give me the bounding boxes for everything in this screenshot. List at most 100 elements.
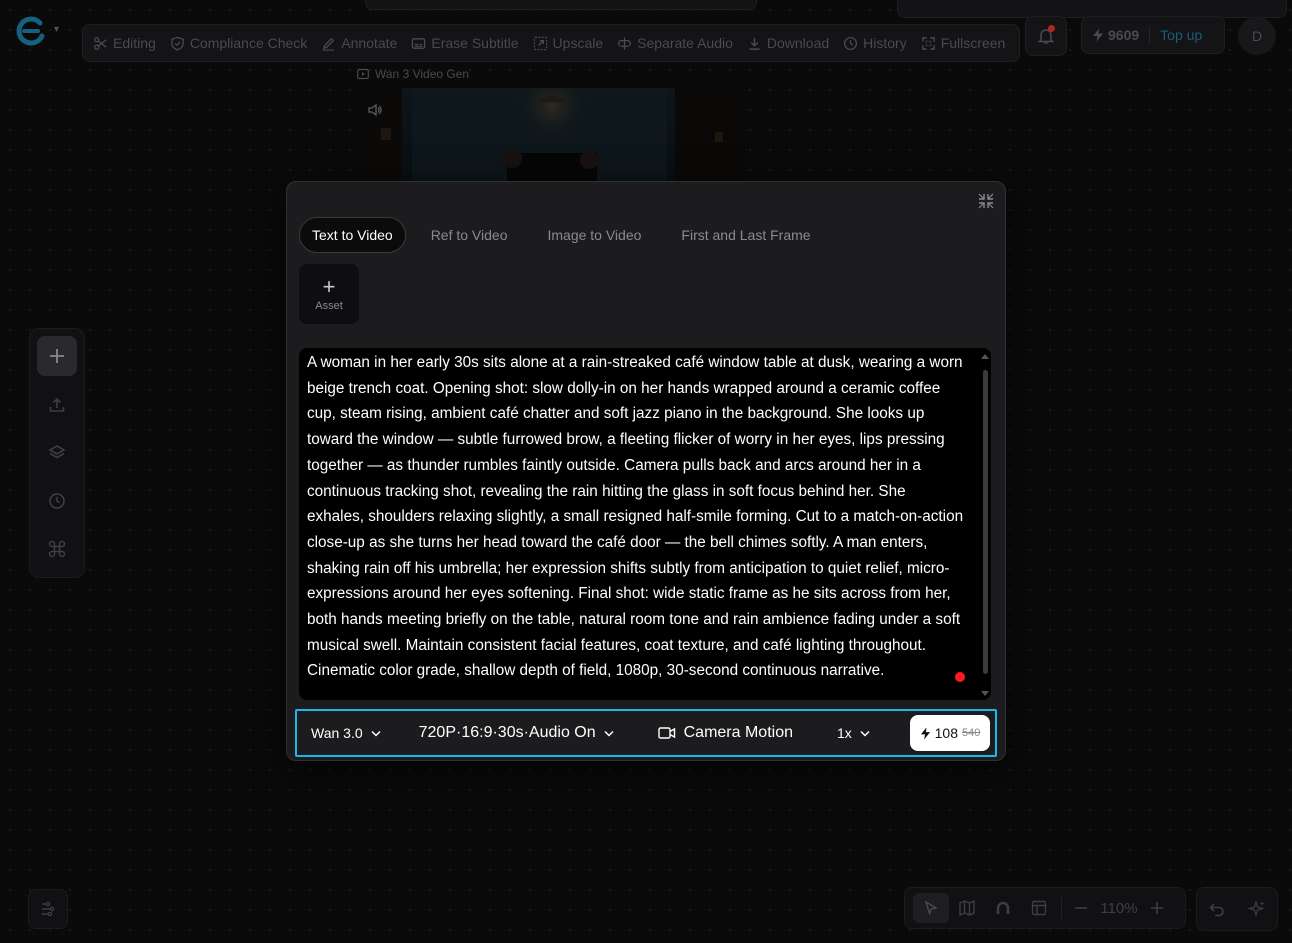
app-logo[interactable] [14, 14, 48, 48]
scroll-down-arrow[interactable] [981, 691, 989, 696]
history-icon[interactable] [47, 491, 67, 511]
record-indicator [955, 672, 965, 682]
original-cost: 540 [962, 727, 981, 739]
chevron-down-icon [860, 730, 870, 737]
scissors-icon [94, 36, 107, 50]
zoom-out-button[interactable] [1066, 893, 1096, 923]
collapse-icon [978, 193, 994, 209]
avatar[interactable]: D [1238, 17, 1276, 55]
tab-first-last-frame[interactable]: First and Last Frame [668, 217, 823, 253]
output-format-select[interactable]: 720P·16:9·30s·Audio On [419, 724, 614, 742]
magnet-tool[interactable] [985, 893, 1021, 923]
undo-icon [1209, 903, 1224, 917]
plus-icon [1151, 902, 1163, 914]
add-asset-button[interactable]: + Asset [299, 264, 359, 324]
tab-ref-to-video[interactable]: Ref to Video [418, 217, 521, 253]
toolbar-erase-subtitle[interactable]: Erase Subtitle [411, 35, 519, 51]
zoom-in-button[interactable] [1142, 893, 1172, 923]
left-tool-rail [29, 328, 85, 578]
clock-icon [844, 36, 858, 50]
video-frame-image [357, 88, 745, 183]
sparkle-icon [1248, 900, 1265, 918]
history-controls [1196, 887, 1278, 931]
model-select[interactable]: Wan 3.0 [311, 725, 381, 741]
shield-icon [171, 36, 184, 51]
subtitle-icon [412, 37, 426, 49]
audio-player-bar [365, 0, 757, 10]
layout-toggle-button[interactable] [28, 889, 68, 929]
speed-select[interactable]: 1x [837, 725, 870, 741]
prompt-textarea[interactable]: A woman in her early 30s sits alone at a… [299, 348, 991, 700]
undo-button[interactable] [1199, 894, 1235, 924]
toolbar-upscale[interactable]: Upscale [533, 35, 603, 51]
lightning-icon [1093, 28, 1103, 42]
generation-dialog: Text to Video Ref to Video Image to Vide… [286, 181, 1006, 761]
toolbar-annotate[interactable]: Annotate [321, 35, 397, 51]
lightning-icon [920, 727, 930, 739]
upscale-icon [533, 36, 547, 50]
map-tool[interactable] [949, 893, 985, 923]
collapse-button[interactable] [977, 192, 995, 210]
toolbar-editing[interactable]: Editing [93, 35, 156, 51]
pointer-tool[interactable] [913, 893, 949, 923]
prompt-text: A woman in her early 30s sits alone at a… [307, 354, 968, 680]
magnet-icon [996, 901, 1010, 914]
command-icon[interactable] [47, 539, 67, 559]
layers-icon[interactable] [47, 443, 67, 463]
layout-tool[interactable] [1021, 893, 1057, 923]
plus-icon: + [322, 273, 336, 299]
toolbar-fullscreen[interactable]: Fullscreen [921, 35, 1006, 51]
toolbar-download[interactable]: Download [747, 35, 829, 51]
camera-icon [657, 727, 675, 739]
video-node-label[interactable]: Wan 3 Video Gen [357, 67, 469, 81]
toolbar-label: Annotate [341, 35, 398, 51]
sliders-icon [42, 901, 55, 917]
toolbar-label: Download [766, 35, 830, 51]
speaker-icon[interactable] [367, 102, 383, 118]
split-icon [617, 36, 632, 50]
layout-icon [1031, 900, 1047, 916]
plus-icon [50, 349, 64, 363]
fullscreen-icon [921, 36, 935, 50]
toolbar-label: History [863, 35, 907, 51]
speed-value: 1x [837, 725, 852, 741]
chevron-down-icon [604, 730, 614, 737]
chevron-down-icon[interactable]: ▾ [54, 24, 59, 35]
prompt-scrollbar[interactable] [983, 370, 988, 674]
toolbar-label: Editing [113, 35, 156, 51]
add-node-button[interactable] [37, 336, 77, 376]
generate-button[interactable]: 108 540 [910, 715, 990, 751]
ai-assist-button[interactable] [1239, 894, 1275, 924]
toolbar-label: Fullscreen [940, 35, 1006, 51]
logo-icon [16, 16, 45, 46]
divider [1061, 897, 1062, 919]
minus-icon [1075, 907, 1087, 909]
upload-icon[interactable] [47, 395, 67, 415]
generation-settings-bar: Wan 3.0 720P·16:9·30s·Audio On Camera Mo… [295, 709, 997, 757]
scroll-up-arrow[interactable] [981, 354, 989, 359]
top-up-link[interactable]: Top up [1160, 27, 1202, 43]
camera-motion-button[interactable]: Camera Motion [657, 724, 793, 742]
canvas-controls: 110% [904, 887, 1186, 929]
credits-count: 9609 [1108, 27, 1140, 43]
camera-motion-label: Camera Motion [683, 724, 793, 741]
toolbar-compliance-check[interactable]: Compliance Check [170, 35, 308, 51]
generate-cost: 108 [934, 725, 958, 741]
tab-text-to-video[interactable]: Text to Video [299, 217, 406, 253]
toolbar-separate-audio[interactable]: Separate Audio [617, 35, 733, 51]
pen-icon [323, 37, 335, 51]
asset-label: Asset [315, 299, 343, 312]
zoom-level: 110% [1100, 899, 1138, 917]
chevron-down-icon [371, 730, 381, 737]
mode-tabs: Text to Video Ref to Video Image to Vide… [299, 217, 838, 253]
notifications-button[interactable] [1025, 16, 1067, 56]
tab-image-to-video[interactable]: Image to Video [534, 217, 654, 253]
output-format-value: 720P·16:9·30s·Audio On [418, 724, 596, 741]
model-value: Wan 3.0 [311, 725, 363, 741]
video-thumbnail[interactable] [357, 88, 745, 183]
toolbar-history[interactable]: History [843, 35, 907, 51]
video-icon [357, 68, 369, 80]
divider [1149, 26, 1151, 44]
toolbar-label: Compliance Check [189, 35, 308, 51]
map-icon [959, 899, 975, 917]
